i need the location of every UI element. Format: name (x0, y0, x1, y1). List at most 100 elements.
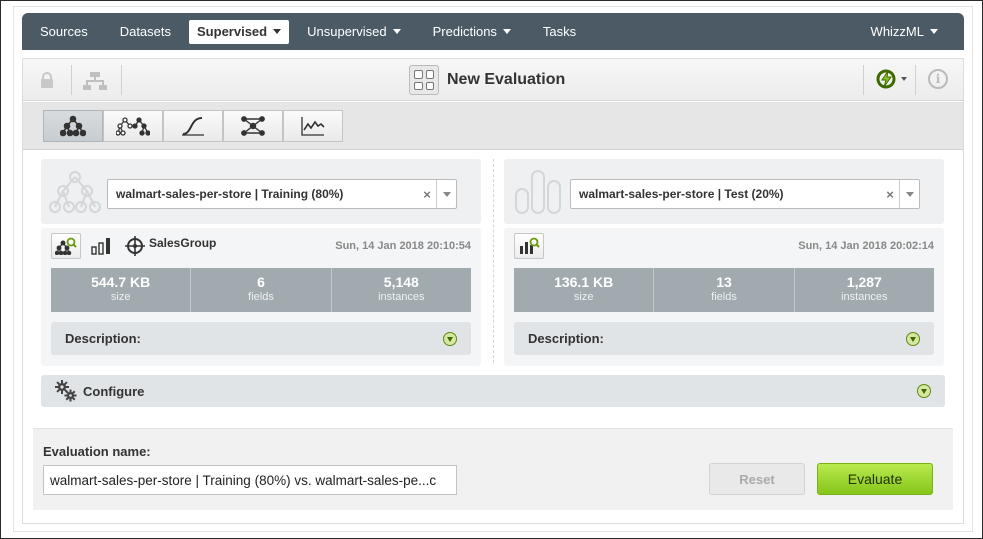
test-stats: 136.1 KB size 13 fields 1,287 instances (514, 268, 934, 312)
nav-supervised-label: Supervised (197, 23, 268, 39)
nav-sources-label: Sources (40, 23, 88, 39)
model-type-tabs (43, 110, 343, 142)
stat-label: instances (841, 291, 888, 303)
expand-icon (917, 384, 931, 398)
nav-unsupervised[interactable]: Unsupervised (293, 20, 415, 44)
objective-field-name: SalesGroup (149, 236, 217, 250)
stat-value: 5,148 (383, 274, 419, 290)
test-dataset-selector: walmart-sales-per-store | Test (20%) × (504, 159, 944, 224)
tab-ensemble[interactable] (103, 110, 163, 142)
expand-icon (443, 331, 457, 346)
dataset-search-icon (520, 237, 540, 254)
model-tree-icon (49, 171, 101, 213)
dropdown-toggle[interactable] (899, 180, 919, 208)
training-dataset-selector: walmart-sales-per-store | Training (80%)… (41, 159, 481, 224)
nav-predictions-label: Predictions (432, 23, 497, 39)
tab-deepnet[interactable] (223, 110, 283, 142)
nav-whizzml-label: WhizzML (870, 23, 924, 39)
expand-icon (906, 331, 920, 346)
dataset-search-button[interactable] (514, 233, 544, 259)
created-date: Sun, 14 Jan 2018 20:10:54 (335, 240, 471, 252)
training-dataset-value: walmart-sales-per-store | Training (80%) (116, 187, 344, 201)
nav-datasets-label: Datasets (119, 23, 172, 39)
toolbar-separator (71, 65, 72, 95)
test-dataset-column: walmart-sales-per-store | Test (20%) × S… (504, 159, 944, 366)
training-dataset-info: SalesGroup Sun, 14 Jan 2018 20:10:54 544… (41, 228, 481, 366)
stat-size: 136.1 KB size (514, 268, 655, 312)
nav-unsupervised-label: Unsupervised (307, 23, 387, 39)
nav-sources[interactable]: Sources (26, 20, 102, 44)
tab-timeseries[interactable] (283, 110, 343, 142)
reset-label: Reset (739, 471, 775, 487)
ensemble-icon (116, 117, 150, 136)
model-search-button[interactable] (51, 233, 81, 259)
reset-button[interactable]: Reset (709, 463, 805, 495)
clear-icon[interactable]: × (881, 187, 899, 202)
stat-value: 136.1 KB (554, 274, 614, 290)
stat-fields: 6 fields (191, 268, 332, 312)
stat-label: instances (378, 291, 425, 303)
evaluate-button[interactable]: Evaluate (817, 463, 933, 495)
stat-value: 544.7 KB (91, 274, 151, 290)
target-icon (125, 236, 145, 256)
nav-datasets[interactable]: Datasets (106, 20, 185, 44)
chevron-down-icon (442, 191, 451, 197)
training-stats: 544.7 KB size 6 fields 5,148 instances (51, 268, 471, 312)
gears-icon (55, 380, 77, 402)
stat-value: 1,287 (846, 274, 882, 290)
sync-icon (876, 69, 896, 89)
description-label: Description: (528, 331, 604, 346)
training-info-header: SalesGroup Sun, 14 Jan 2018 20:10:54 (51, 232, 471, 260)
lock-icon[interactable] (40, 72, 54, 88)
page-title: New Evaluation (409, 65, 565, 95)
tab-logistic-regression[interactable] (163, 110, 223, 142)
nav-whizzml[interactable]: WhizzML (857, 20, 952, 44)
test-dataset-select[interactable]: walmart-sales-per-store | Test (20%) × (570, 179, 920, 209)
timeseries-icon (301, 117, 325, 136)
stat-label: size (110, 291, 131, 303)
deepnet-icon (241, 116, 265, 136)
column-divider (493, 159, 494, 363)
stat-label: fields (711, 291, 737, 303)
configure-toggle[interactable]: Configure (41, 375, 945, 407)
model-tree-icon (60, 115, 86, 137)
stat-instances: 1,287 instances (795, 268, 934, 312)
evaluation-footer: Evaluation name: Reset Evaluate (33, 428, 953, 510)
evaluate-label: Evaluate (847, 471, 903, 487)
training-dataset-select[interactable]: walmart-sales-per-store | Training (80%)… (107, 179, 457, 209)
logistic-curve-icon (182, 117, 204, 136)
training-dataset-column: walmart-sales-per-store | Training (80%)… (41, 159, 481, 366)
test-dataset-info: Sun, 14 Jan 2018 20:02:14 136.1 KB size 1… (504, 228, 944, 366)
test-description-toggle[interactable]: Description: (514, 322, 934, 355)
stat-label: size (573, 291, 594, 303)
toolbar-separator (863, 65, 864, 95)
chevron-down-icon (901, 77, 907, 81)
dropdown-toggle[interactable] (436, 180, 456, 208)
chevron-down-icon (905, 191, 914, 197)
chevron-down-icon (502, 29, 511, 34)
main-panel: New Evaluation i walmart-sales-per-store… (22, 58, 964, 524)
nav-tasks[interactable]: Tasks (529, 20, 590, 44)
stat-instances: 5,148 instances (332, 268, 471, 312)
chevron-down-icon (392, 29, 401, 34)
stat-value: 6 (257, 274, 265, 290)
evaluation-name-input[interactable] (43, 465, 457, 495)
top-nav: Sources Datasets Supervised Unsupervised… (22, 13, 964, 50)
nav-predictions[interactable]: Predictions (419, 20, 525, 44)
clear-icon[interactable]: × (418, 187, 436, 202)
nav-supervised[interactable]: Supervised (189, 19, 290, 44)
training-description-toggle[interactable]: Description: (51, 322, 471, 355)
info-icon[interactable]: i (928, 69, 948, 89)
stat-size: 544.7 KB size (51, 268, 192, 312)
toolbar: New Evaluation i (23, 59, 963, 101)
tree-icon[interactable] (83, 72, 107, 90)
model-type-bar (23, 102, 963, 150)
sync-menu[interactable] (875, 68, 907, 90)
configure-label: Configure (83, 383, 145, 399)
bar-chart-icon (91, 238, 110, 255)
dataset-icon (515, 170, 561, 214)
test-info-header: Sun, 14 Jan 2018 20:02:14 (514, 232, 934, 260)
evaluation-name-label: Evaluation name: (43, 444, 151, 459)
tab-model[interactable] (43, 110, 103, 142)
stat-label: fields (248, 291, 274, 303)
